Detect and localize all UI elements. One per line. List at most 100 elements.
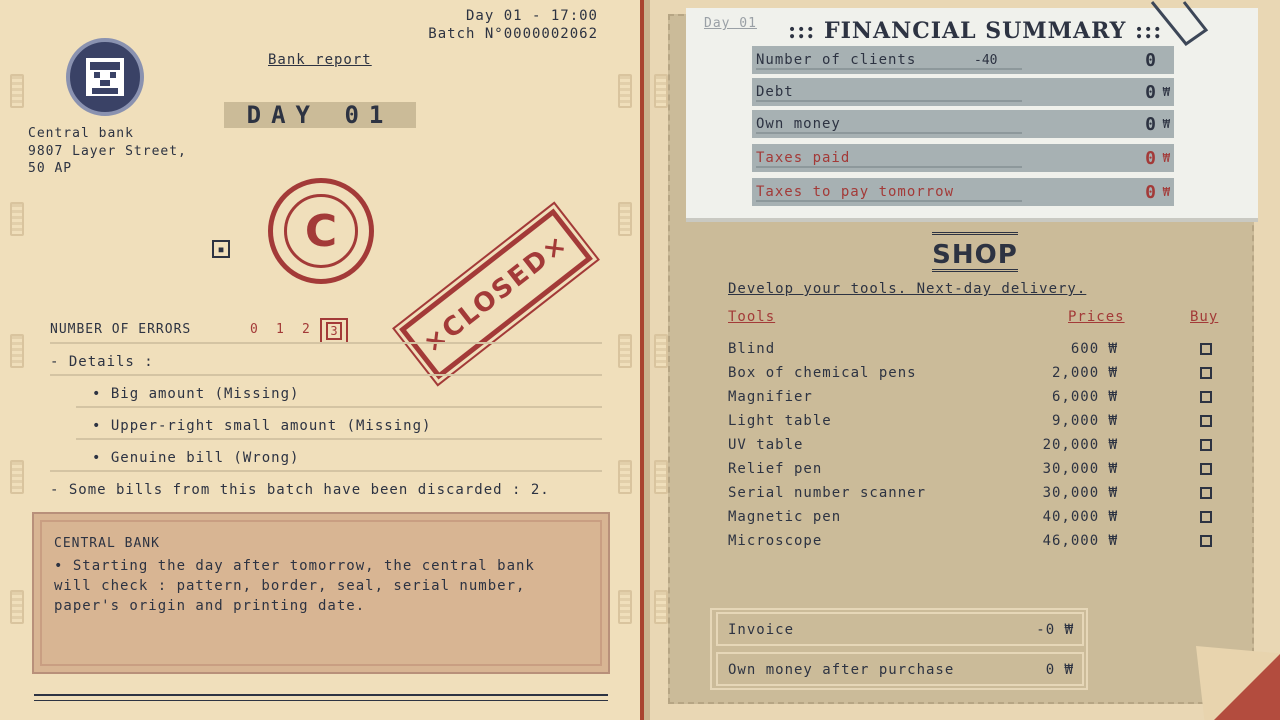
central-bank-logo-icon [66, 38, 144, 116]
small-checkbox[interactable]: ■ [212, 240, 230, 258]
money-after-value: 0 ₩ [1045, 662, 1074, 678]
error-option-3-label: 3 [326, 322, 342, 340]
bank-seal-stamp: C [268, 178, 374, 284]
binder-ring [618, 202, 632, 236]
report-title: Bank report [268, 52, 372, 68]
paperclip-icon [1150, 1, 1209, 46]
binder-ring [10, 334, 24, 368]
tool-name: Relief pen [728, 461, 823, 477]
summary-label: Number of clients [756, 52, 917, 68]
errors-label: NUMBER OF ERRORS [50, 322, 192, 337]
summary-value: 0 [1145, 181, 1156, 203]
divider [50, 470, 602, 472]
summary-underline [756, 132, 1022, 134]
tool-name: Light table [728, 413, 832, 429]
buy-checkbox-magnifier[interactable] [1200, 391, 1212, 403]
error-option-0[interactable]: 0 [250, 322, 258, 337]
bottom-rule [34, 700, 608, 701]
summary-currency: ₩ [1162, 85, 1170, 99]
binder-ring [10, 590, 24, 624]
divider [50, 374, 602, 376]
summary-underline [756, 100, 1022, 102]
tool-price: 600 ₩ [1070, 341, 1118, 357]
tool-name: UV table [728, 437, 804, 453]
tool-name: Serial number scanner [728, 485, 927, 501]
tool-price: 46,000 ₩ [1042, 533, 1118, 549]
buy-checkbox-magnetic-pen[interactable] [1200, 511, 1212, 523]
buy-checkbox-light-table[interactable] [1200, 415, 1212, 427]
shop-subtitle: Develop your tools. Next-day delivery. [728, 281, 1087, 297]
batch-number: Batch N°0000002062 [428, 26, 598, 42]
summary-row-own-money: Own money 0 ₩ [752, 110, 1174, 138]
money-after-purchase-row: Own money after purchase 0 ₩ [716, 652, 1084, 686]
summary-currency: ₩ [1162, 117, 1170, 131]
invoice-label: Invoice [728, 622, 795, 638]
central-bank-notice: CENTRAL BANK • Starting the day after to… [32, 512, 610, 674]
summary-row-taxes-paid: Taxes paid 0 ₩ [752, 144, 1174, 172]
detail-item: • Upper-right small amount (Missing) [92, 418, 432, 434]
address-line: 50 AP [28, 161, 73, 176]
tool-price: 2,000 ₩ [1051, 365, 1118, 381]
divider [50, 342, 602, 344]
buy-checkbox-uv-table[interactable] [1200, 439, 1212, 451]
divider [76, 406, 602, 408]
error-option-2[interactable]: 2 [302, 322, 310, 337]
seal-letter: C [284, 194, 358, 268]
binder-ring [654, 590, 668, 624]
summary-value: 0 [1145, 147, 1156, 169]
summary-underline [756, 166, 1022, 168]
buy-checkbox-chemical-pens[interactable] [1200, 367, 1212, 379]
binder-ring [654, 74, 668, 108]
shop-title: SHOP [932, 232, 1018, 272]
tool-price: 20,000 ₩ [1042, 437, 1118, 453]
binder-ring [654, 460, 668, 494]
summary-currency: ₩ [1162, 185, 1170, 199]
detail-item: • Genuine bill (Wrong) [92, 450, 300, 466]
summary-delta: -40 [974, 52, 998, 68]
summary-label: Taxes paid [756, 150, 851, 166]
buy-checkbox-microscope[interactable] [1200, 535, 1212, 547]
column-header-tools: Tools [728, 309, 776, 325]
column-header-buy: Buy [1190, 309, 1219, 325]
notice-title: CENTRAL BANK [54, 536, 160, 551]
binder-ring [618, 460, 632, 494]
invoice-value: -0 ₩ [1036, 622, 1074, 638]
day-banner: DAY 01 [224, 102, 416, 129]
buy-checkbox-relief-pen[interactable] [1200, 463, 1212, 475]
invoice-row: Invoice -0 ₩ [716, 612, 1084, 646]
tool-price: 30,000 ₩ [1042, 485, 1118, 501]
binder-ring [618, 74, 632, 108]
summary-row-taxes-tomorrow: Taxes to pay tomorrow 0 ₩ [752, 178, 1174, 206]
details-label: - Details : [50, 354, 154, 370]
summary-value: 0 [1145, 49, 1156, 71]
summary-title: ::: FINANCIAL SUMMARY ::: [788, 18, 1163, 44]
buy-checkbox-serial-scanner[interactable] [1200, 487, 1212, 499]
summary-label: Taxes to pay tomorrow [756, 184, 955, 200]
error-option-3-selected[interactable]: 3 [320, 318, 348, 344]
tool-price: 40,000 ₩ [1042, 509, 1118, 525]
address-line: Central bank [28, 126, 134, 141]
tool-price: 30,000 ₩ [1042, 461, 1118, 477]
buy-checkbox-blind[interactable] [1200, 343, 1212, 355]
summary-row-debt: Debt 0 ₩ [752, 78, 1174, 106]
summary-value: 0 [1145, 113, 1156, 135]
tool-name: Magnetic pen [728, 509, 842, 525]
bottom-rule [34, 694, 608, 696]
binder-ring [10, 460, 24, 494]
detail-item: • Big amount (Missing) [92, 386, 300, 402]
notice-text: • Starting the day after tomorrow, the c… [54, 558, 535, 614]
tool-name: Box of chemical pens [728, 365, 917, 381]
tool-name: Blind [728, 341, 776, 357]
summary-underline [756, 200, 1022, 202]
tool-name: Magnifier [728, 389, 813, 405]
discarded-note: - Some bills from this batch have been d… [50, 482, 550, 498]
tool-price: 9,000 ₩ [1051, 413, 1118, 429]
binder-ring [618, 334, 632, 368]
address-line: 9807 Layer Street, [28, 144, 187, 159]
divider [76, 438, 602, 440]
error-option-1[interactable]: 1 [276, 322, 284, 337]
binder-ring [10, 202, 24, 236]
summary-underline [756, 68, 1022, 70]
summary-label: Own money [756, 116, 841, 132]
summary-value: 0 [1145, 81, 1156, 103]
